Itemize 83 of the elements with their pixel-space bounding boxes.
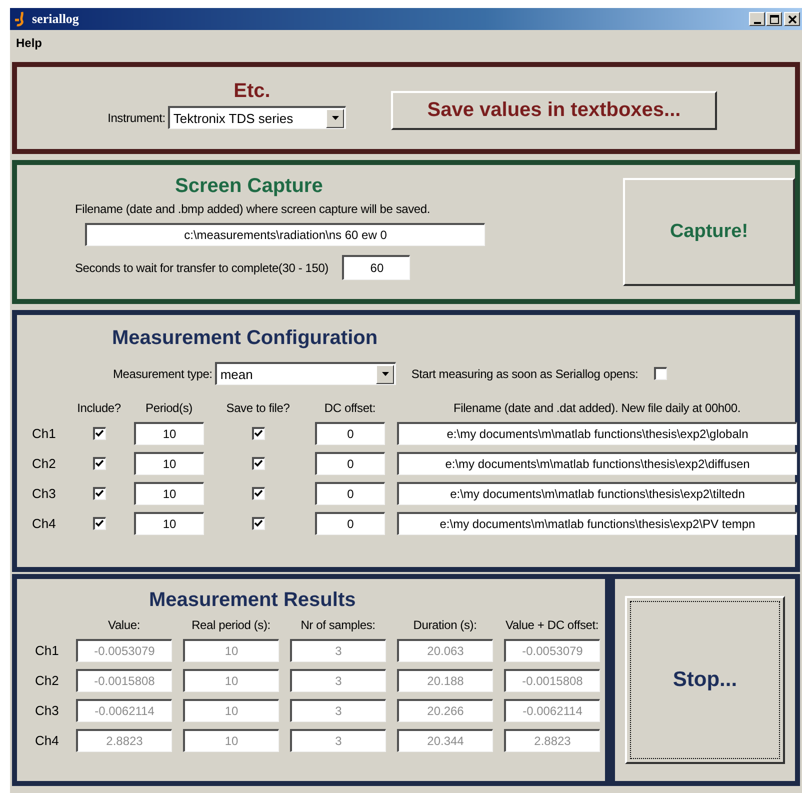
period-field[interactable]: 10	[134, 452, 204, 475]
filename-field[interactable]: e:\my documents\m\matlab functions\thesis\exp2\PV tempn	[397, 512, 797, 535]
section-heading: Measurement Configuration	[112, 327, 379, 350]
section-heading: Etc.	[234, 80, 270, 103]
minimize-icon	[754, 22, 760, 24]
minimize-button[interactable]	[749, 12, 765, 26]
stop-button[interactable]: Stop...	[625, 596, 785, 764]
result-field: 3	[290, 699, 386, 722]
filename-field[interactable]: c:\measurements\radiation\ns 60 ew 0	[85, 223, 485, 246]
offset-field[interactable]: 0	[315, 452, 385, 475]
offset-field[interactable]: 0	[315, 482, 385, 505]
seconds-field[interactable]: 60	[342, 255, 410, 280]
column-header: Real period (s):	[192, 618, 270, 632]
channel-label: Ch1	[31, 426, 56, 441]
maximize-button[interactable]	[766, 12, 782, 26]
column-header: Value:	[108, 618, 140, 632]
result-field: -0.0015808	[76, 669, 172, 692]
column-header: Duration (s):	[413, 618, 477, 632]
result-field: 20.266	[397, 699, 493, 722]
channel-label: Ch2	[34, 673, 59, 688]
capture-button[interactable]: Capture!	[623, 178, 795, 286]
period-field[interactable]: 10	[134, 422, 204, 445]
result-field: 3	[290, 669, 386, 692]
save-checkbox[interactable]	[252, 517, 264, 530]
measurement-type-label: Measurement type:	[113, 366, 212, 380]
menu-item[interactable]: Help	[12, 34, 46, 52]
autostart-checkbox[interactable]	[654, 367, 668, 380]
measurement-type-dropdown[interactable]: mean	[215, 362, 396, 385]
wait-label: Seconds to wait for transfer to complete(30 - 150)	[75, 260, 328, 274]
channel-label: Ch4	[31, 516, 56, 531]
save-button[interactable]: Save values in textboxes...	[391, 91, 717, 130]
column-header: Save to file?	[226, 401, 290, 415]
include-checkbox[interactable]	[92, 457, 106, 470]
period-field[interactable]: 10	[134, 482, 204, 505]
column-header: DC offset:	[324, 401, 376, 415]
result-field: -0.0015808	[504, 669, 600, 692]
save-checkbox[interactable]	[252, 427, 264, 440]
filename-field[interactable]: e:\my documents\m\matlab functions\thesis\exp2\tiltedn	[397, 482, 797, 505]
filename-label: Filename (date and .bmp added) where screen capture will be saved.	[75, 202, 432, 216]
result-field: -0.0062114	[504, 699, 600, 722]
instrument-label: Instrument:	[108, 110, 166, 124]
include-checkbox[interactable]	[92, 427, 106, 440]
filename-field[interactable]: e:\my documents\m\matlab functions\thesis\exp2\globaln	[397, 422, 797, 445]
save-checkbox[interactable]	[252, 487, 264, 500]
result-field: 20.063	[397, 639, 493, 662]
result-field: -0.0062114	[76, 699, 172, 722]
result-field: 3	[290, 639, 386, 662]
result-field: 2.8823	[76, 729, 172, 752]
column-header: Period(s)	[146, 401, 192, 415]
result-field: -0.0053079	[504, 639, 600, 662]
result-field: -0.0053079	[76, 639, 172, 662]
maximize-icon	[770, 14, 778, 24]
section-heading: Measurement Results	[149, 589, 357, 612]
result-field: 10	[183, 699, 279, 722]
channel-label: Ch3	[31, 486, 56, 501]
result-field: 3	[290, 729, 386, 752]
channel-label: Ch4	[34, 733, 59, 748]
result-field: 10	[183, 669, 279, 692]
include-checkbox[interactable]	[92, 517, 106, 530]
window-title: seriallog	[32, 11, 79, 27]
result-field: 2.8823	[504, 729, 600, 752]
result-field: 20.344	[397, 729, 493, 752]
column-header: Value + DC offset:	[505, 618, 598, 632]
channel-label: Ch2	[31, 456, 56, 471]
result-field: 10	[183, 639, 279, 662]
result-field: 20.188	[397, 669, 493, 692]
include-checkbox[interactable]	[92, 487, 106, 500]
period-field[interactable]: 10	[134, 512, 204, 535]
section-heading: Screen Capture	[175, 175, 324, 198]
filename-field[interactable]: e:\my documents\m\matlab functions\thesis\exp2\diffusen	[397, 452, 797, 475]
offset-field[interactable]: 0	[315, 422, 385, 445]
column-header: Nr of samples:	[300, 618, 376, 632]
column-header: Include?	[77, 401, 121, 415]
column-header: Filename (date and .dat added). New file daily at 00h00.	[454, 401, 740, 415]
channel-label: Ch1	[34, 643, 59, 658]
result-field: 10	[183, 729, 279, 752]
offset-field[interactable]: 0	[315, 512, 385, 535]
autostart-label: Start measuring as soon as Seriallog opens:	[411, 366, 638, 380]
close-button[interactable]	[784, 12, 800, 26]
instrument-dropdown[interactable]: Tektronix TDS series	[168, 106, 346, 129]
save-checkbox[interactable]	[252, 457, 264, 470]
channel-label: Ch3	[34, 703, 59, 718]
close-icon	[788, 14, 796, 24]
